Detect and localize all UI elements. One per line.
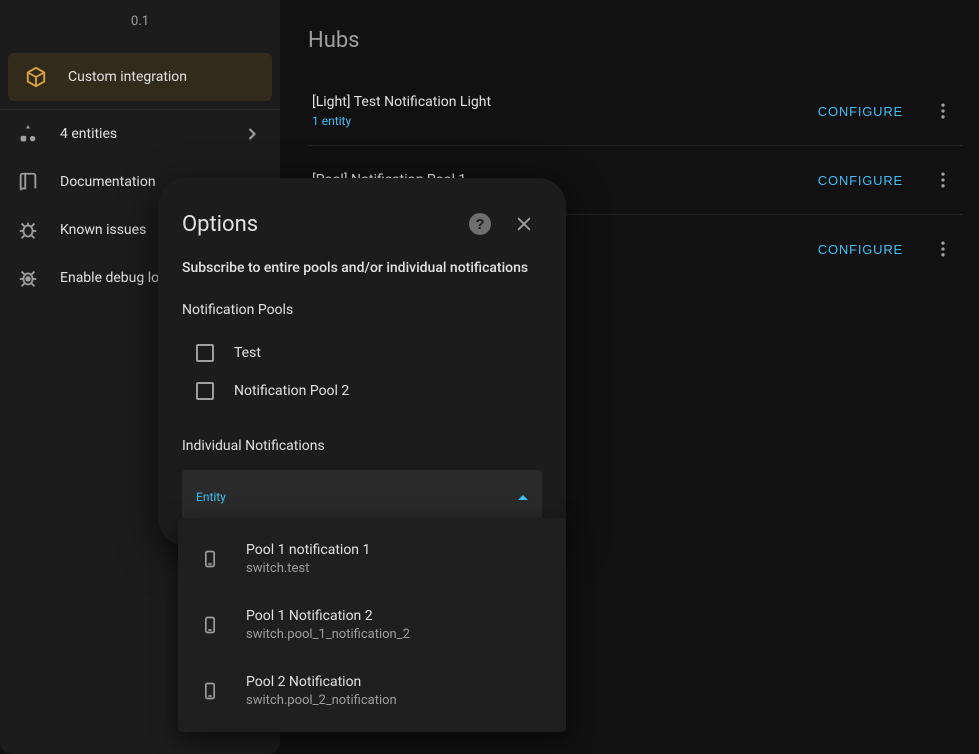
custom-integration-label: Custom integration	[68, 69, 187, 85]
integration-version: 0.1	[0, 0, 280, 53]
hub-name: [Light] Test Notification Light	[312, 94, 491, 110]
sidebar-item-label: 4 entities	[60, 126, 117, 142]
package-icon	[24, 65, 48, 89]
configure-button[interactable]: CONFIGURE	[806, 165, 915, 196]
pool-checkbox-row[interactable]: Test	[182, 334, 542, 372]
pool-label: Test	[234, 345, 261, 361]
help-icon: ?	[469, 213, 491, 235]
dropdown-item-name: Pool 1 notification 1	[246, 542, 370, 558]
entities-icon	[16, 122, 40, 146]
dots-vertical-icon	[933, 239, 953, 259]
chevron-right-icon	[240, 122, 264, 146]
checkbox-icon[interactable]	[196, 344, 214, 362]
device-icon	[198, 613, 222, 637]
configure-button[interactable]: CONFIGURE	[806, 96, 915, 127]
close-icon	[514, 214, 534, 234]
dropdown-item-entity-id: switch.pool_1_notification_2	[246, 627, 410, 642]
dropdown-item[interactable]: Pool 1 notification 1 switch.test	[178, 526, 566, 592]
dots-vertical-icon	[933, 170, 953, 190]
custom-integration-chip[interactable]: Custom integration	[8, 53, 272, 101]
device-icon	[198, 679, 222, 703]
dots-vertical-icon	[933, 101, 953, 121]
close-button[interactable]	[506, 206, 542, 242]
debug-icon	[16, 266, 40, 290]
options-dialog: Options ? Subscribe to entire pools and/…	[158, 178, 566, 546]
dropdown-item-entity-id: switch.test	[246, 561, 370, 576]
dropdown-item[interactable]: Pool 2 Notification switch.pool_2_notifi…	[178, 658, 566, 724]
dropdown-item-name: Pool 1 Notification 2	[246, 608, 410, 624]
pools-section-title: Notification Pools	[182, 302, 542, 318]
more-menu-button[interactable]	[923, 160, 963, 200]
dialog-description: Subscribe to entire pools and/or individ…	[182, 260, 542, 276]
pool-label: Notification Pool 2	[234, 383, 349, 399]
entity-select[interactable]: Entity	[182, 470, 542, 522]
entity-dropdown: Pool 1 notification 1 switch.test Pool 1…	[178, 518, 566, 732]
dropdown-item-entity-id: switch.pool_2_notification	[246, 693, 397, 708]
sidebar-item-label: Known issues	[60, 222, 146, 238]
entity-select-label: Entity	[196, 490, 226, 504]
more-menu-button[interactable]	[923, 229, 963, 269]
hub-row[interactable]: [Light] Test Notification Light 1 entity…	[308, 77, 963, 146]
caret-up-icon	[518, 495, 528, 500]
more-menu-button[interactable]	[923, 91, 963, 131]
hub-entity-count[interactable]: 1 entity	[312, 114, 491, 128]
pool-checkbox-row[interactable]: Notification Pool 2	[182, 372, 542, 410]
configure-button[interactable]: CONFIGURE	[806, 234, 915, 265]
checkbox-icon[interactable]	[196, 382, 214, 400]
page-title: Hubs	[308, 0, 963, 77]
bug-icon	[16, 218, 40, 242]
sidebar-item-label: Documentation	[60, 174, 156, 190]
documentation-icon	[16, 170, 40, 194]
sidebar-item-entities[interactable]: 4 entities	[0, 110, 280, 158]
device-icon	[198, 547, 222, 571]
dropdown-item-name: Pool 2 Notification	[246, 674, 397, 690]
individual-section-title: Individual Notifications	[182, 438, 542, 454]
dropdown-item[interactable]: Pool 1 Notification 2 switch.pool_1_noti…	[178, 592, 566, 658]
dialog-title: Options	[182, 212, 258, 237]
help-button[interactable]: ?	[462, 206, 498, 242]
